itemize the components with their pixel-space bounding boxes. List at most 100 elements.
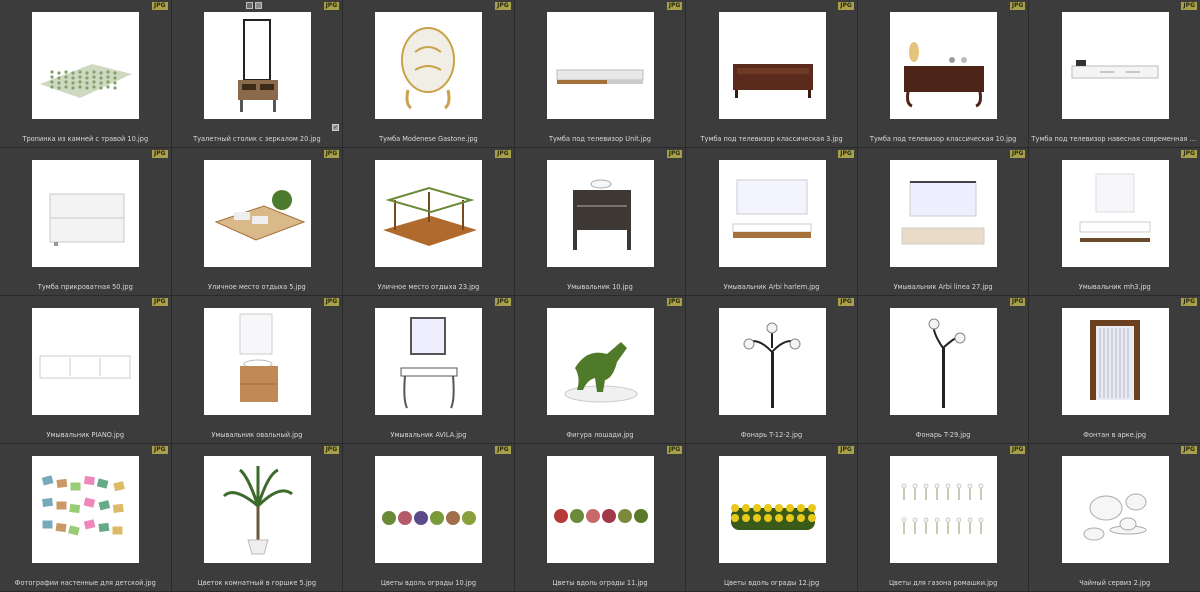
tv-stand-wall-icon: [1071, 60, 1159, 79]
thumbnail-image[interactable]: [546, 456, 654, 563]
file-name: Умывальник Arbi harlem.jpg: [723, 283, 820, 291]
edit-icon[interactable]: [254, 2, 262, 9]
thumbnail-image[interactable]: [546, 12, 654, 119]
file-tile[interactable]: JPG Умывальник Arbi harlem.jpg: [686, 148, 857, 296]
jpg-badge: JPG: [495, 446, 511, 454]
file-tile[interactable]: JPG Тумба под телевизор навесная совреме…: [1029, 0, 1200, 148]
file-name: Уличное место отдыха 23.jpg: [377, 283, 480, 291]
jpg-badge: JPG: [1181, 446, 1197, 454]
tv-stand-classic-decor-icon: [904, 42, 985, 108]
thumbnail-image[interactable]: [375, 456, 483, 563]
frame-icon[interactable]: [245, 2, 253, 9]
file-tile[interactable]: JPG Умывальник 10.jpg: [514, 148, 686, 296]
thumbnail-grid: JPG Тропинка из камней с травой 10.jpg J…: [0, 0, 1200, 592]
horse-topiary-icon: [564, 342, 638, 403]
thumbnail-image[interactable]: [718, 456, 826, 563]
file-tile[interactable]: JPG Цветок комнатный в горшке 5.jpg: [171, 444, 343, 592]
jpg-badge: JPG: [1009, 446, 1026, 454]
thumbnail-image[interactable]: [203, 12, 311, 119]
jpg-badge: JPG: [838, 298, 854, 306]
jpg-badge: JPG: [838, 150, 854, 158]
flower-bushes-icon: [382, 511, 477, 525]
washbasin-classic-icon: [400, 317, 458, 409]
tv-stand-classic-icon: [732, 64, 813, 98]
baroque-dresser-icon: [401, 27, 456, 110]
file-tile[interactable]: JPG Чайный сервиз 2.jpg: [1029, 444, 1200, 592]
file-tile[interactable]: JPG Тумба под телевизор классическая 10.…: [857, 0, 1029, 148]
file-tile[interactable]: JPG Тумба прикроватная 50.jpg: [0, 148, 171, 296]
file-name: Тумба прикроватная 50.jpg: [37, 283, 133, 291]
jpg-badge: JPG: [152, 446, 168, 454]
file-tile[interactable]: JPG Цветы вдоль ограды 11.jpg: [514, 444, 686, 592]
file-tile[interactable]: JPG Уличное место отдыха 5.jpg: [171, 148, 343, 296]
file-tile[interactable]: JPG Умывальник овальный.jpg: [171, 296, 343, 444]
file-tile[interactable]: JPG Тумба под телевизор Unit.jpg: [514, 0, 686, 148]
jpg-badge: JPG: [152, 2, 168, 10]
file-name: Фонарь T-12-2.jpg: [740, 431, 803, 439]
thumbnail-image[interactable]: [375, 308, 483, 415]
thumbnail-image[interactable]: [32, 456, 140, 563]
thumbnail-image[interactable]: [546, 308, 654, 415]
jpg-badge: JPG: [323, 446, 340, 454]
washbasin-cabinet-icon: [572, 179, 631, 250]
thumbnail-image[interactable]: [1061, 12, 1169, 119]
thumbnail-image[interactable]: [890, 160, 998, 267]
potted-palm-icon: [222, 466, 293, 555]
daisies-icon: [901, 483, 984, 534]
file-name: Умывальник PIANO.jpg: [46, 431, 125, 439]
thumbnail-image[interactable]: [890, 308, 998, 415]
selection-checkbox[interactable]: ✓: [332, 124, 340, 131]
file-tile[interactable]: JPG Туалетный столик с зеркалом 20.jpg ✓: [171, 0, 343, 148]
thumbnail-image[interactable]: [718, 12, 826, 119]
file-name: Фотографии настенные для детской.jpg: [14, 579, 156, 587]
file-tile[interactable]: JPG Умывальник mh3.jpg: [1029, 148, 1200, 296]
thumbnail-image[interactable]: [32, 12, 140, 119]
jpg-badge: JPG: [838, 2, 854, 10]
thumbnail-image[interactable]: [1061, 308, 1169, 415]
file-tile[interactable]: JPG Фонтан в арке.jpg: [1029, 296, 1200, 444]
jpg-badge: JPG: [323, 2, 340, 10]
thumbnail-image[interactable]: [546, 160, 654, 267]
file-tile[interactable]: JPG Фигура лошади.jpg: [514, 296, 686, 444]
jpg-badge: JPG: [152, 298, 168, 306]
file-tile[interactable]: JPG Фотографии настенные для детской.jpg: [0, 444, 171, 592]
thumbnail-image[interactable]: [203, 308, 311, 415]
jpg-badge: JPG: [1009, 2, 1026, 10]
jpg-badge: JPG: [495, 298, 511, 306]
jpg-badge: JPG: [1181, 298, 1197, 306]
nightstand-icon: [49, 193, 125, 246]
file-tile[interactable]: JPG Цветы вдоль ограды 12.jpg: [686, 444, 857, 592]
jpg-badge: JPG: [323, 298, 340, 306]
thumbnail-image[interactable]: [718, 308, 826, 415]
tv-stand-modern-icon: [556, 69, 644, 84]
file-tile[interactable]: JPG Умывальник PIANO.jpg: [0, 296, 171, 444]
file-tile[interactable]: JPG Фонарь T-12-2.jpg: [686, 296, 857, 444]
thumbnail-image[interactable]: [718, 160, 826, 267]
thumbnail-image[interactable]: [890, 12, 998, 119]
file-tile[interactable]: JPG Умывальник AVILA.jpg: [343, 296, 514, 444]
tile-view-toggle[interactable]: [245, 2, 262, 9]
file-name: Цветы вдоль ограды 12.jpg: [723, 579, 820, 587]
thumbnail-image[interactable]: [32, 160, 140, 267]
file-tile[interactable]: JPG Цветы вдоль ограды 10.jpg: [343, 444, 514, 592]
file-tile[interactable]: JPG Тропинка из камней с травой 10.jpg: [0, 0, 171, 148]
file-tile[interactable]: JPG Фонарь T-29.jpg: [857, 296, 1029, 444]
file-tile[interactable]: JPG Уличное место отдыха 23.jpg: [343, 148, 514, 296]
file-name: Чайный сервиз 2.jpg: [1079, 579, 1151, 587]
thumbnail-image[interactable]: [375, 160, 483, 267]
file-name: Уличное место отдыха 5.jpg: [207, 283, 306, 291]
file-name: Цветы вдоль ограды 10.jpg: [380, 579, 476, 587]
file-tile[interactable]: JPG Умывальник Arbi linea 27.jpg: [857, 148, 1029, 296]
thumbnail-image[interactable]: [203, 456, 311, 563]
jpg-badge: JPG: [666, 446, 683, 454]
thumbnail-image[interactable]: [1061, 456, 1169, 563]
file-name: Фигура лошади.jpg: [566, 431, 634, 439]
thumbnail-image[interactable]: [1061, 160, 1169, 267]
file-tile[interactable]: JPG Тумба под телевизор классическая 3.j…: [686, 0, 857, 148]
file-tile[interactable]: JPG Цветы для газона ромашки.jpg: [857, 444, 1029, 592]
thumbnail-image[interactable]: [203, 160, 311, 267]
thumbnail-image[interactable]: [32, 308, 140, 415]
thumbnail-image[interactable]: [890, 456, 998, 563]
file-tile[interactable]: JPG Тумба Modenese Gastone.jpg: [343, 0, 514, 148]
thumbnail-image[interactable]: [375, 12, 483, 119]
